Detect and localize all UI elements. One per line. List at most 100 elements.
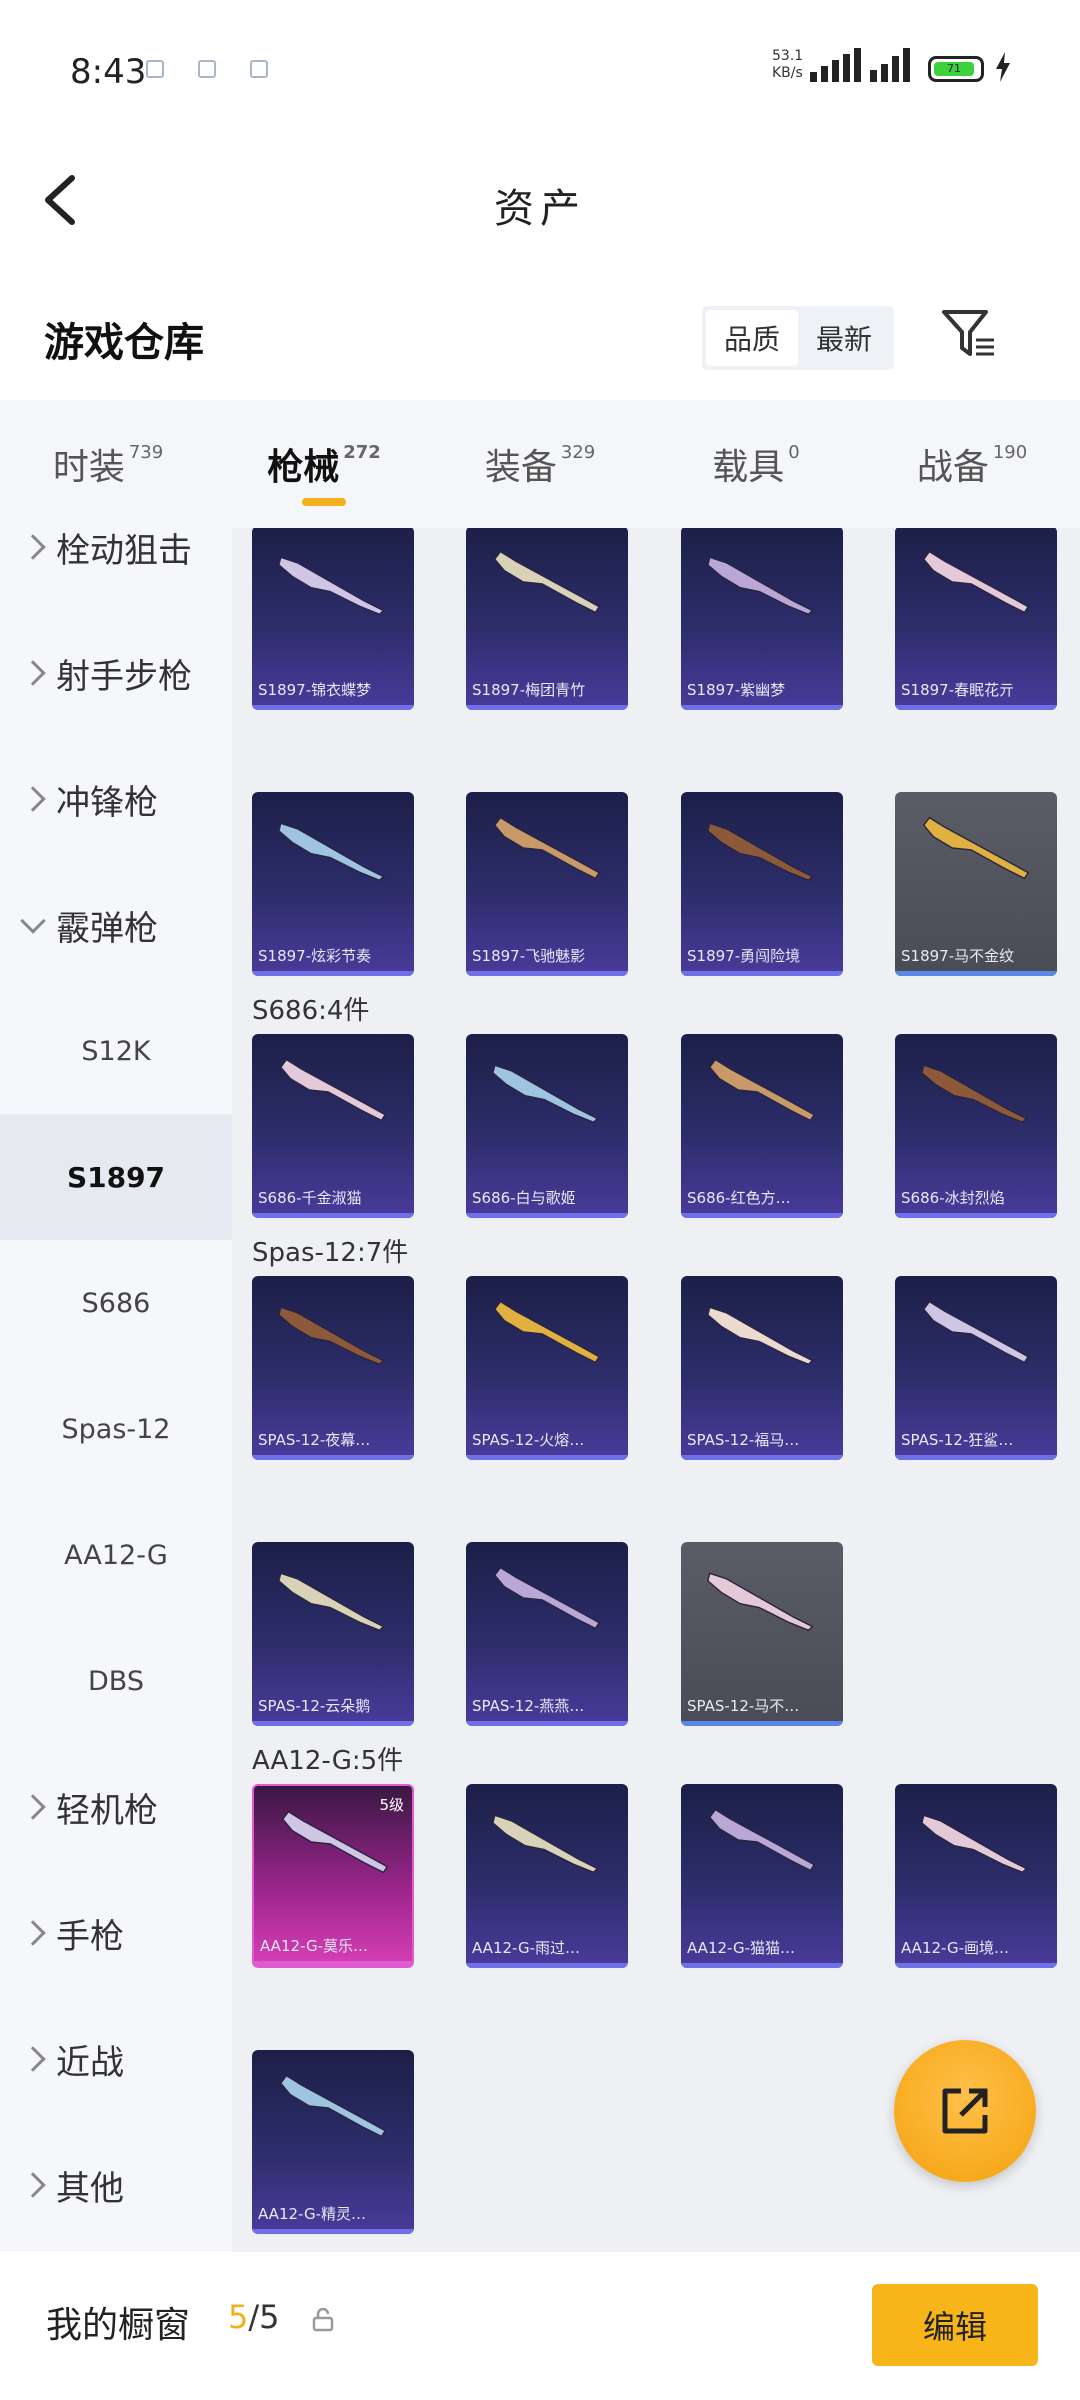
sidebar-item[interactable]: 霰弹枪: [0, 862, 232, 988]
weapon-name: SPAS-12-云朵鹅: [258, 1697, 371, 1715]
sidebar-item[interactable]: DBS: [0, 1618, 232, 1744]
weapon-name: AA12-G-猫猫…: [687, 1939, 796, 1957]
level-badge: 5级: [379, 1796, 404, 1814]
sidebar-item[interactable]: S686: [0, 1240, 232, 1366]
weapon-card[interactable]: S686-千金淑猫: [252, 1034, 414, 1218]
notification-icons: [146, 60, 268, 78]
share-button[interactable]: [894, 2040, 1036, 2182]
signal-icon-2: [870, 46, 910, 82]
weapon-card[interactable]: AA12-G-画境…: [895, 1784, 1057, 1968]
weapon-name: S1897-紫幽梦: [687, 681, 786, 699]
weapon-name: AA12-G-画境…: [901, 1939, 1010, 1957]
tab-count: 0: [788, 441, 800, 463]
sidebar-item[interactable]: AA12-G: [0, 1492, 232, 1618]
section-label: AA12-G:5件: [252, 1746, 404, 1776]
weapon-name: SPAS-12-狂鲨…: [901, 1431, 1014, 1449]
sidebar-item[interactable]: Spas-12: [0, 1366, 232, 1492]
tab-item[interactable]: 枪械 272: [216, 400, 432, 528]
weapon-name: S1897-春眠花亓: [901, 681, 1015, 699]
weapon-card[interactable]: S686-冰封烈焰: [895, 1034, 1057, 1218]
weapon-card[interactable]: S1897-梅团青竹: [466, 528, 628, 710]
sidebar-item[interactable]: 冲锋枪: [0, 736, 232, 862]
tab-item[interactable]: 战备 190: [864, 400, 1080, 528]
weapon-card[interactable]: S1897-锦衣蝶梦: [252, 528, 414, 710]
weapon-card[interactable]: SPAS-12-火熔…: [466, 1276, 628, 1460]
weapon-card[interactable]: S686-白与歌姬: [466, 1034, 628, 1218]
weapon-card[interactable]: SPAS-12-夜幕…: [252, 1276, 414, 1460]
tab-item[interactable]: 时装 739: [0, 400, 216, 528]
weapon-card[interactable]: S1897-炫彩节奏: [252, 792, 414, 976]
weapon-name: S1897-飞驰魅影: [472, 947, 586, 965]
sidebar-item-label: 射手步枪: [56, 656, 192, 697]
charging-icon: [996, 52, 1010, 82]
tab-label: 战备: [916, 447, 989, 488]
tab-item[interactable]: 载具 0: [648, 400, 864, 528]
sort-quality-button[interactable]: 品质: [706, 310, 798, 366]
showcase-bar: 我的橱窗 5/5 编辑: [0, 2252, 1080, 2400]
sidebar-item-label: S1897: [66, 1160, 166, 1194]
status-time: 8:43: [70, 52, 147, 92]
showcase-label: 我的橱窗: [46, 2305, 191, 2346]
weapon-card[interactable]: AA12-G-猫猫…: [681, 1784, 843, 1968]
page-header: 资产: [0, 130, 1080, 270]
weapon-card[interactable]: S686-红色方…: [681, 1034, 843, 1218]
sidebar-item-label: S12K: [81, 1035, 151, 1067]
sidebar-item[interactable]: 轻机枪: [0, 1744, 232, 1870]
weapon-card[interactable]: AA12-G-精灵…: [252, 2050, 414, 2234]
sidebar-item[interactable]: 射手步枪: [0, 610, 232, 736]
weapon-name: S686-千金淑猫: [258, 1189, 362, 1207]
sidebar-item[interactable]: 手枪: [0, 1870, 232, 1996]
weapon-grid: S1897-锦衣蝶梦 S1897-梅团青竹 S1897-紫幽梦 S1897-春眠花亓 S…: [232, 528, 1080, 2252]
weapon-image: [922, 816, 1030, 880]
weapon-name: SPAS-12-燕燕…: [472, 1697, 585, 1715]
weapon-image: [278, 556, 385, 616]
weapon-image: [281, 1810, 389, 1874]
weapon-image: [707, 1572, 814, 1632]
tab-count: 329: [560, 441, 596, 463]
weapon-name: SPAS-12-福马…: [687, 1431, 800, 1449]
weapon-name: S686-红色方…: [687, 1189, 791, 1207]
sidebar-item-label: DBS: [88, 1665, 144, 1697]
weapon-image: [492, 1814, 599, 1874]
tab-count: 272: [343, 441, 381, 463]
lock-icon[interactable]: [312, 2308, 334, 2332]
sidebar-item[interactable]: 栓动狙击: [0, 528, 232, 610]
weapon-image: [278, 822, 385, 882]
sidebar-item[interactable]: 近战: [0, 1996, 232, 2122]
weapon-card[interactable]: S1897-春眠花亓: [895, 528, 1057, 710]
weapon-image: [921, 1814, 1028, 1874]
sidebar-item[interactable]: S12K: [0, 988, 232, 1114]
weapon-image: [707, 1306, 814, 1366]
weapon-name: S1897-梅团青竹: [472, 681, 586, 699]
weapon-image: [922, 1300, 1030, 1364]
tab-item[interactable]: 装备 329: [432, 400, 648, 528]
weapon-name: SPAS-12-夜幕…: [258, 1431, 371, 1449]
warehouse-title: 游戏仓库: [44, 320, 204, 366]
chevron-right-icon: [20, 534, 46, 560]
weapon-card[interactable]: SPAS-12-云朵鹅: [252, 1542, 414, 1726]
weapon-image: [921, 1064, 1028, 1124]
weapon-card[interactable]: SPAS-12-燕燕…: [466, 1542, 628, 1726]
status-bar: 8:43 53.1 KB/s 71: [0, 0, 1080, 130]
sidebar-item[interactable]: 其他: [0, 2122, 232, 2248]
weapon-card[interactable]: S1897-勇闯险境: [681, 792, 843, 976]
edit-button[interactable]: 编辑: [872, 2284, 1038, 2366]
weapon-card[interactable]: S1897-紫幽梦: [681, 528, 843, 710]
sidebar-item-label: 栓动狙击: [56, 530, 192, 571]
weapon-card[interactable]: AA12-G-雨过…: [466, 1784, 628, 1968]
filter-icon[interactable]: [940, 306, 996, 362]
sort-toggle: 品质 最新: [702, 306, 894, 370]
weapon-card[interactable]: S1897-飞驰魅影: [466, 792, 628, 976]
weapon-name: S1897-勇闯险境: [687, 947, 801, 965]
weapon-card[interactable]: 5级 AA12-G-莫乐…: [252, 1784, 414, 1968]
weapon-card[interactable]: SPAS-12-狂鲨…: [895, 1276, 1057, 1460]
weapon-card[interactable]: SPAS-12-福马…: [681, 1276, 843, 1460]
weapon-name: S1897-锦衣蝶梦: [258, 681, 372, 699]
sidebar-item[interactable]: S1897: [0, 1114, 232, 1240]
weapon-card[interactable]: SPAS-12-马不…: [681, 1542, 843, 1726]
sort-newest-button[interactable]: 最新: [798, 310, 890, 366]
weapon-card[interactable]: S1897-马不金纹: [895, 792, 1057, 976]
tab-count: 739: [128, 441, 164, 463]
sidebar-item-label: 手枪: [56, 1916, 124, 1957]
weapon-image: [493, 1300, 601, 1364]
